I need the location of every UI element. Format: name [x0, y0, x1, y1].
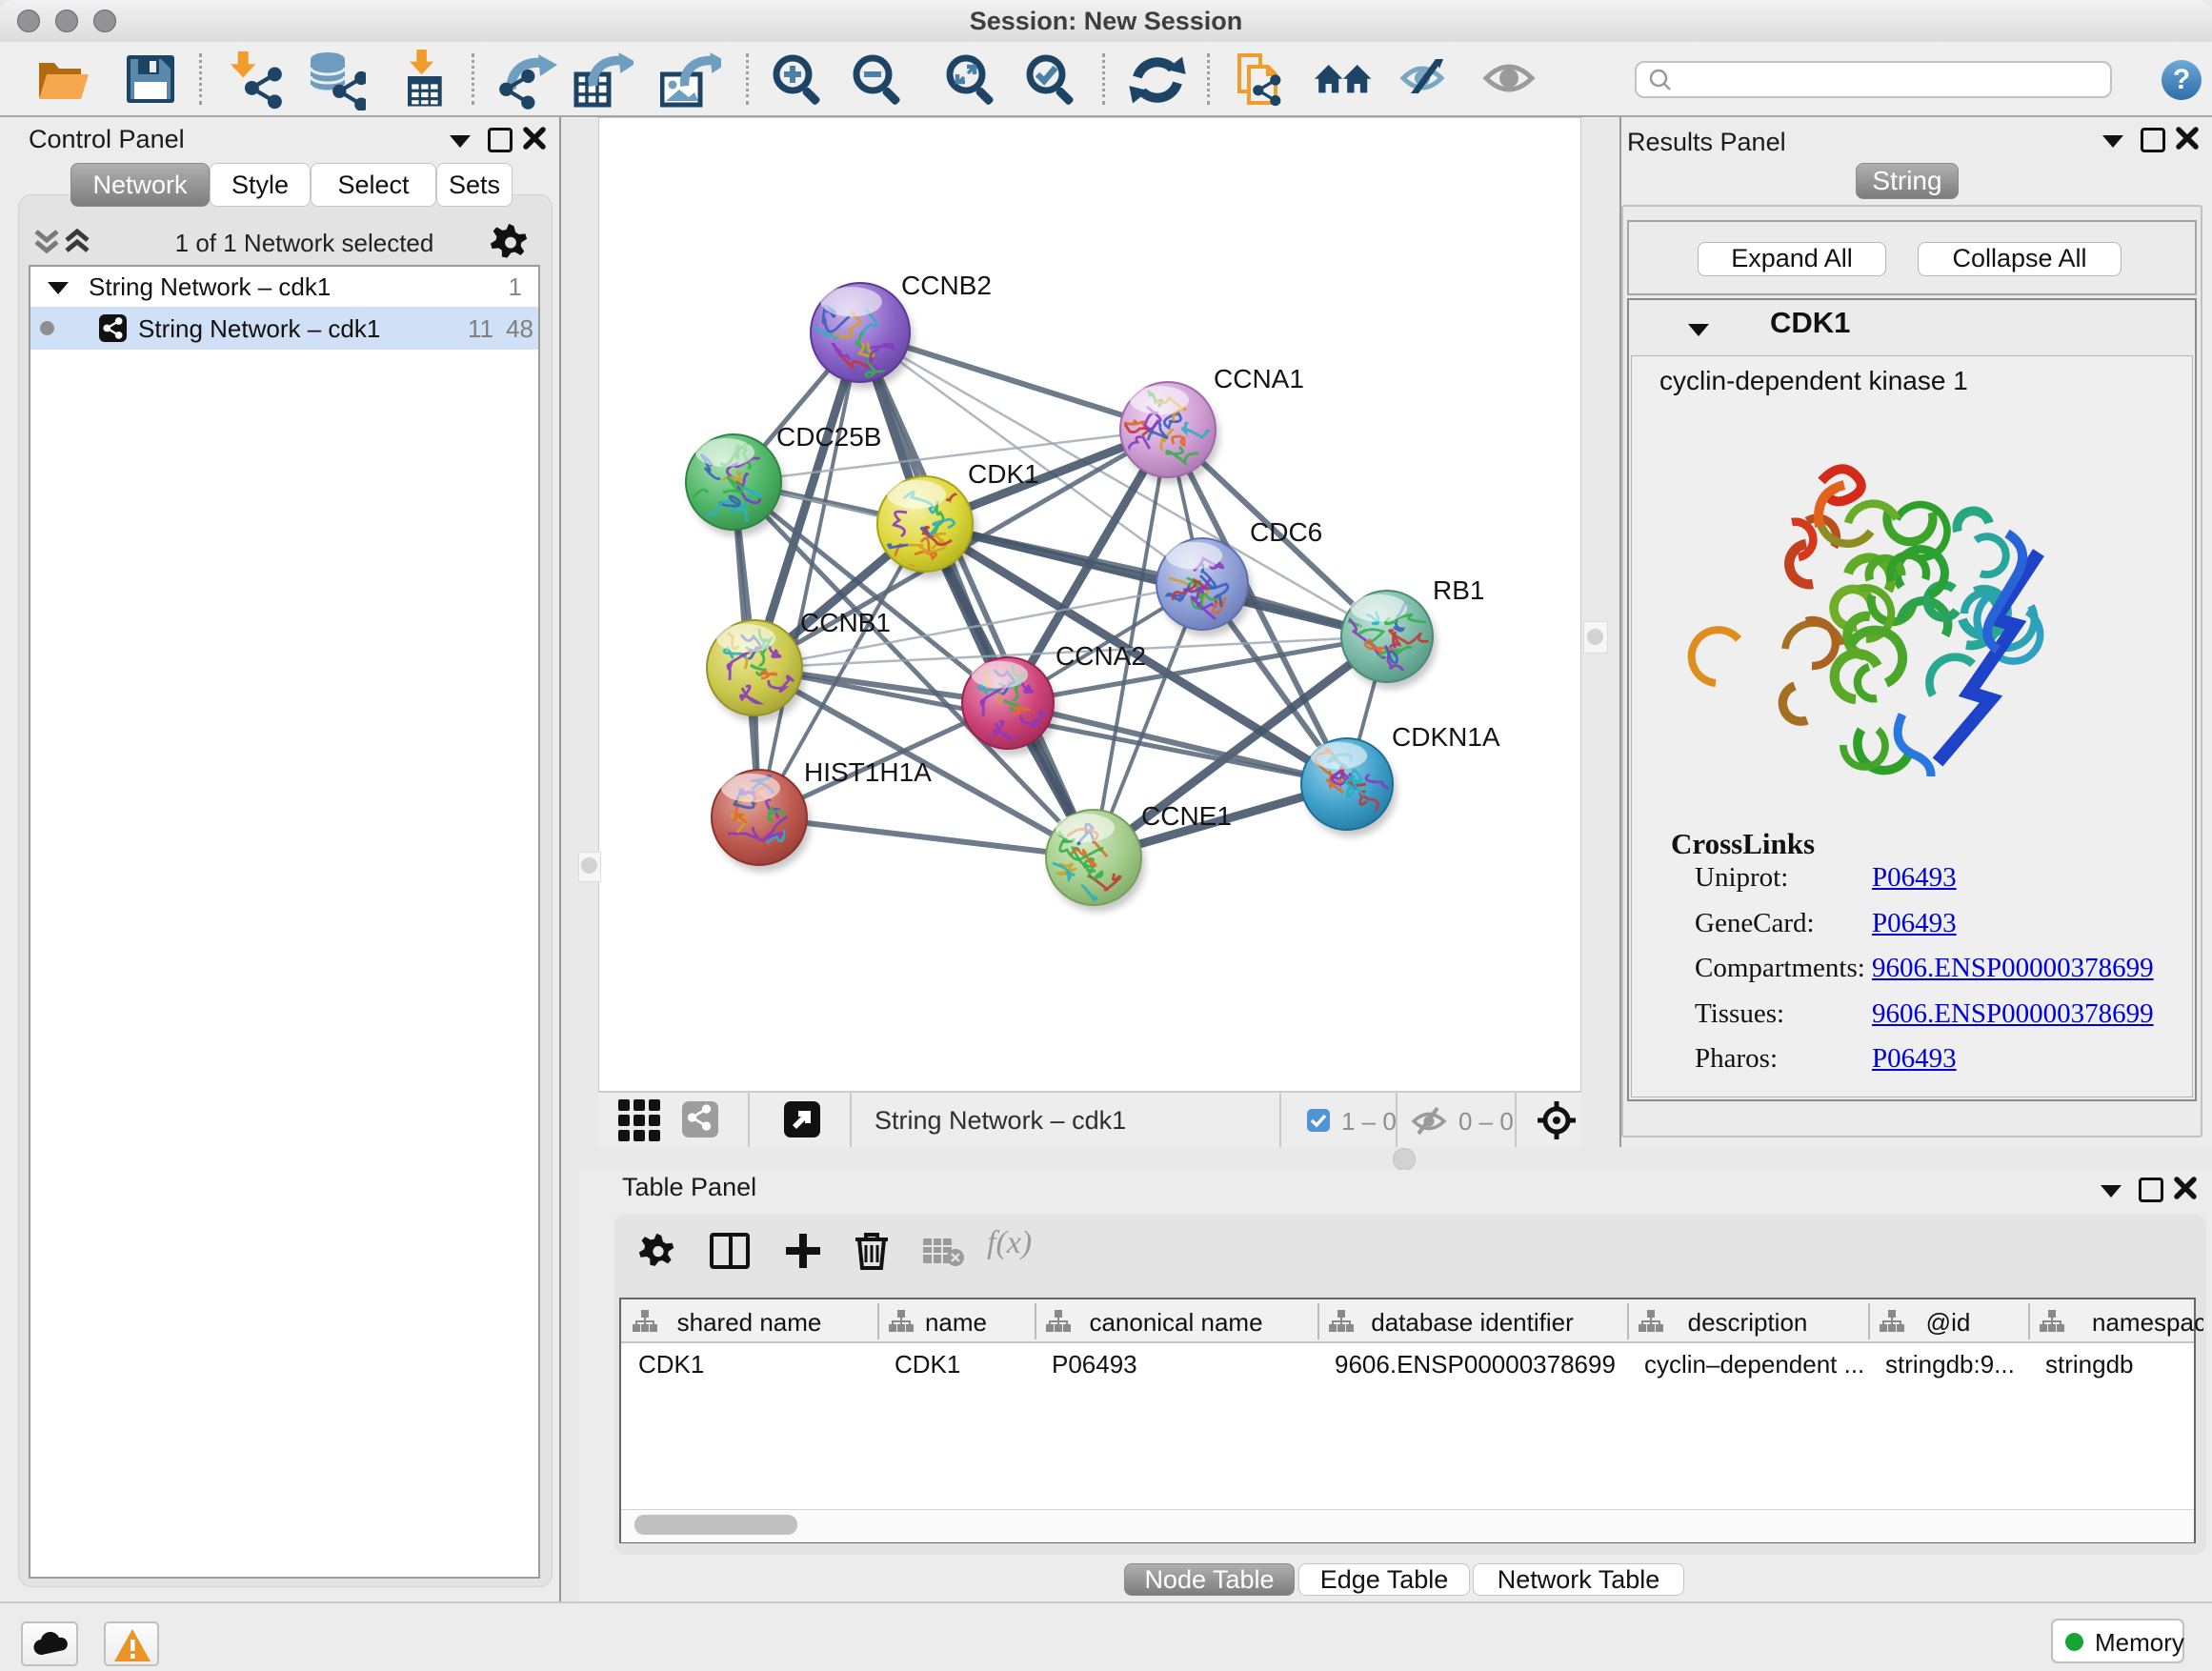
svg-text:CCNB2: CCNB2	[901, 271, 992, 300]
svg-text:HIST1H1A: HIST1H1A	[804, 757, 932, 787]
svg-text:CCNE1: CCNE1	[1141, 801, 1232, 831]
svg-text:CDK1: CDK1	[968, 459, 1039, 489]
svg-text:CCNB1: CCNB1	[800, 608, 891, 637]
svg-text:CCNA1: CCNA1	[1214, 364, 1304, 393]
svg-text:RB1: RB1	[1433, 575, 1484, 605]
svg-text:CDC6: CDC6	[1250, 517, 1322, 547]
svg-text:CDKN1A: CDKN1A	[1392, 722, 1500, 752]
svg-text:CDC25B: CDC25B	[776, 422, 881, 452]
svg-text:CCNA2: CCNA2	[1056, 641, 1146, 671]
